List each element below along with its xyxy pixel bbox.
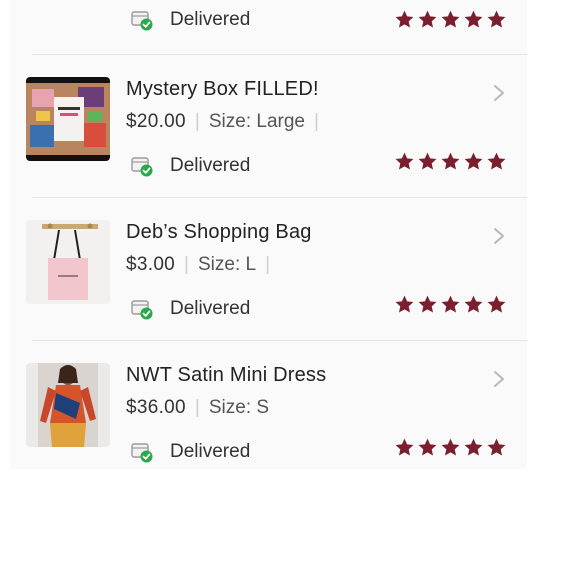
order-row[interactable]: Deb’s Shopping Bag $3.00 | Size: L | Del… bbox=[10, 198, 527, 340]
item-meta: $36.00 | Size: S bbox=[126, 397, 426, 419]
item-size: Size: Large bbox=[208, 111, 305, 132]
star-icon bbox=[395, 438, 414, 456]
item-title: NWT Satin Mini Dress bbox=[126, 364, 327, 386]
star-icon bbox=[487, 295, 506, 313]
item-thumbnail bbox=[26, 77, 110, 161]
order-status: Delivered bbox=[130, 155, 250, 177]
order-row[interactable]: Mystery Box FILLED! $20.00 | Size: Large… bbox=[10, 55, 527, 197]
star-icon bbox=[487, 152, 506, 170]
rating-stars bbox=[394, 9, 507, 30]
star-icon bbox=[464, 438, 483, 456]
meta-separator: | bbox=[265, 254, 271, 275]
item-title: Deb’s Shopping Bag bbox=[126, 221, 312, 243]
order-status: Delivered bbox=[130, 9, 250, 31]
status-label: Delivered bbox=[170, 155, 251, 176]
item-meta: $20.00 | Size: Large | bbox=[126, 111, 484, 133]
chevron-right-icon[interactable] bbox=[491, 369, 507, 389]
order-row[interactable]: Delivered bbox=[10, 0, 527, 31]
package-delivered-icon bbox=[131, 443, 153, 463]
star-icon bbox=[441, 295, 460, 313]
status-label: Delivered bbox=[170, 9, 251, 30]
status-label: Delivered bbox=[170, 298, 251, 319]
item-meta: $3.00 | Size: L | bbox=[126, 254, 416, 276]
star-icon bbox=[487, 438, 506, 456]
item-thumbnail bbox=[26, 363, 110, 447]
order-list: Delivered Mystery Box FILLED! $20.00 | S… bbox=[10, 0, 527, 469]
star-icon bbox=[418, 295, 437, 313]
rating-stars bbox=[394, 151, 507, 172]
meta-separator: | bbox=[194, 111, 200, 132]
package-delivered-icon bbox=[131, 157, 153, 177]
star-icon bbox=[418, 438, 437, 456]
order-row[interactable]: NWT Satin Mini Dress $36.00 | Size: S De… bbox=[10, 341, 527, 483]
package-delivered-icon bbox=[131, 300, 153, 320]
star-icon bbox=[418, 10, 437, 28]
order-status: Delivered bbox=[130, 441, 250, 463]
meta-separator: | bbox=[313, 111, 319, 132]
star-icon bbox=[441, 152, 460, 170]
package-delivered-icon bbox=[131, 11, 153, 31]
item-price: $3.00 bbox=[126, 254, 176, 275]
item-price: $20.00 bbox=[126, 111, 186, 132]
star-icon bbox=[395, 295, 414, 313]
status-label: Delivered bbox=[170, 441, 251, 462]
chevron-right-icon[interactable] bbox=[491, 226, 507, 246]
item-thumbnail bbox=[26, 220, 110, 304]
order-status: Delivered bbox=[130, 298, 250, 320]
star-icon bbox=[464, 10, 483, 28]
star-icon bbox=[418, 152, 437, 170]
item-size: Size: S bbox=[208, 397, 270, 418]
star-icon bbox=[395, 152, 414, 170]
seller-redacted bbox=[275, 401, 426, 415]
rating-stars bbox=[394, 437, 507, 458]
item-size: Size: L bbox=[197, 254, 257, 275]
star-icon bbox=[464, 152, 483, 170]
chevron-right-icon[interactable] bbox=[491, 83, 507, 103]
meta-separator: | bbox=[184, 254, 189, 275]
meta-separator: | bbox=[194, 397, 200, 418]
seller-redacted bbox=[285, 258, 416, 272]
item-price: $36.00 bbox=[126, 397, 186, 418]
star-icon bbox=[395, 10, 414, 28]
star-icon bbox=[487, 10, 506, 28]
seller-redacted bbox=[333, 115, 484, 129]
star-icon bbox=[441, 438, 460, 456]
star-icon bbox=[464, 295, 483, 313]
item-title: Mystery Box FILLED! bbox=[126, 78, 319, 100]
rating-stars bbox=[394, 294, 507, 315]
star-icon bbox=[441, 10, 460, 28]
